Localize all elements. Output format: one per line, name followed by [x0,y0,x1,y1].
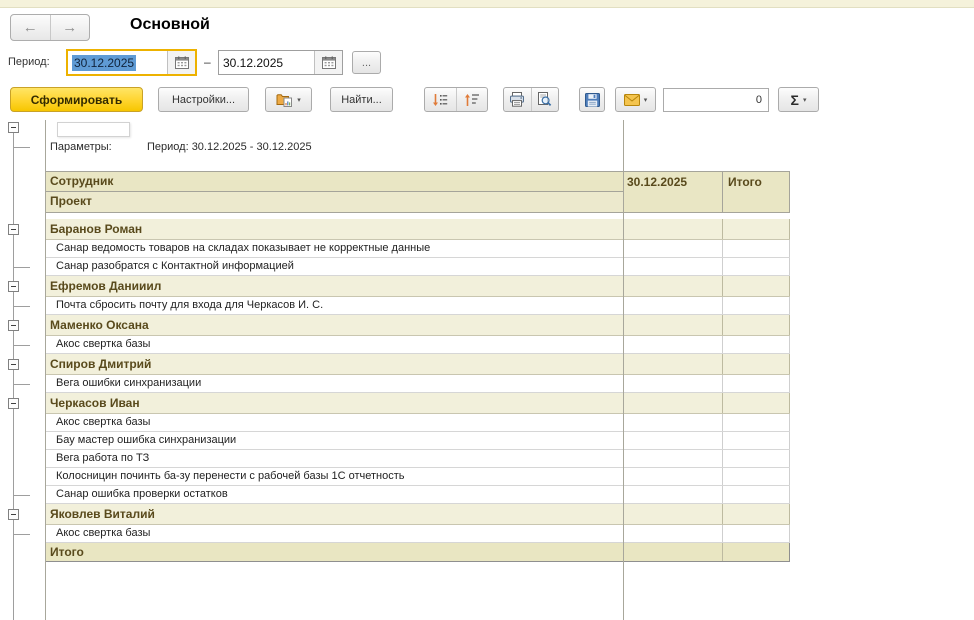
header-project[interactable]: Проект [45,192,623,212]
collapse-report-button[interactable] [8,122,19,133]
grid-left-line [45,120,46,620]
collapse-group-button[interactable] [8,359,19,370]
autosum-value-field[interactable]: 0 [663,88,769,112]
project-row[interactable]: Акос свертка базы [45,336,790,354]
sigma-icon: Σ [790,91,799,108]
dots-label: ... [361,56,372,69]
period-to-value[interactable]: 30.12.2025 [223,56,283,70]
project-row[interactable]: Акос свертка базы [45,525,790,543]
period-from-value[interactable]: 30.12.2025 [72,54,137,71]
period-to-calendar-button[interactable] [314,51,342,74]
tree-branch [13,534,30,535]
print-group [503,87,559,112]
tree-branch [13,147,30,148]
project-row[interactable]: Вега работа по ТЗ [45,450,790,468]
print-preview-icon [537,92,552,107]
tree-branch [13,384,30,385]
sort-group [424,87,488,112]
print-preview-button[interactable] [530,88,559,111]
parameters-value: Период: 30.12.2025 - 30.12.2025 [147,141,312,153]
chevron-down-icon: ▾ [297,96,301,104]
employee-group-row[interactable]: Спиров Дмитрий [45,354,790,375]
header-total-column[interactable]: Итого [723,172,790,212]
settings-label: Настройки... [171,93,236,106]
collapse-group-button[interactable] [8,281,19,292]
sort-descending-button[interactable] [425,88,456,111]
forward-button[interactable]: → [49,15,90,40]
project-row[interactable]: Санар ведомость товаров на складах показ… [45,240,790,258]
collapse-group-button[interactable] [8,224,19,235]
calendar-icon [174,56,189,69]
employee-group-row[interactable]: Ефремов Данииил [45,276,790,297]
project-row[interactable]: Акос свертка базы [45,414,790,432]
tree-branch [13,345,30,346]
generate-label: Сформировать [30,92,123,107]
employee-group-row[interactable]: Черкасов Иван [45,393,790,414]
tree-branch [13,306,30,307]
employee-group-row[interactable]: Баранов Роман [45,219,790,240]
history-nav: ← → [10,14,90,41]
generate-button[interactable]: Сформировать [10,87,143,112]
folder-report-icon [276,92,293,107]
top-strip [0,0,974,8]
report-variants-button[interactable]: ▾ [265,87,312,112]
chevron-down-icon: ▾ [643,96,648,104]
tree-line [13,133,14,620]
chevron-down-icon: ▾ [802,96,807,104]
settings-button[interactable]: Настройки... [158,87,249,112]
employee-group-row[interactable]: Маменко Оксана [45,315,790,336]
calendar-icon [321,56,336,69]
tree-branch [13,267,30,268]
project-row[interactable]: Санар ошибка проверки остатков [45,486,790,504]
autosum-button[interactable]: Σ ▾ [778,87,819,112]
back-icon: ← [22,19,38,36]
printer-icon [509,92,525,107]
header-left-block: Сотрудник Проект [45,172,623,212]
cell-cursor[interactable] [57,122,130,137]
period-separator: – [204,55,211,69]
autosum-value: 0 [755,94,762,106]
parameters-label: Параметры: [50,141,112,153]
forward-icon: → [62,19,78,36]
project-row[interactable]: Почта сбросить почту для входа для Черка… [45,297,790,315]
report-pre-header: Параметры: Период: 30.12.2025 - 30.12.20… [45,120,790,171]
grid-column-line [623,120,624,620]
total-row[interactable]: Итого [45,543,790,562]
collapse-group-button[interactable] [8,398,19,409]
print-button[interactable] [504,88,531,111]
table-header-row: Сотрудник Проект 30.12.2025 Итого [45,171,790,213]
mail-icon [623,93,640,106]
save-icon [584,92,600,107]
project-row[interactable]: Санар разобратся с Контактной информацие… [45,258,790,276]
page-title: Основной [130,16,210,33]
sort-ascending-button[interactable] [455,88,488,111]
save-button[interactable] [579,87,605,112]
project-row[interactable]: Вега ошибки синхранизации [45,375,790,393]
back-button[interactable]: ← [11,15,50,40]
mail-button[interactable]: ▾ [615,87,656,112]
tree-branch [13,495,30,496]
report-grid: Параметры: Период: 30.12.2025 - 30.12.20… [45,120,790,562]
project-row[interactable]: Колосницин починть ба-зу перенести с раб… [45,468,790,486]
employee-group-row[interactable]: Яковлев Виталий [45,504,790,525]
period-from-calendar-button[interactable] [167,51,195,74]
period-more-button[interactable]: ... [352,51,381,74]
find-label: Найти... [341,93,382,106]
sort-ascending-icon [464,93,480,107]
period-to-field[interactable]: 30.12.2025 [218,50,343,75]
header-employee[interactable]: Сотрудник [45,172,623,192]
header-date-column[interactable]: 30.12.2025 [623,172,723,212]
collapse-group-button[interactable] [8,320,19,331]
sort-descending-icon [432,93,448,107]
project-row[interactable]: Бау мастер ошибка синхранизации [45,432,790,450]
period-from-field[interactable]: 30.12.2025 [66,49,197,76]
collapse-group-button[interactable] [8,509,19,520]
find-button[interactable]: Найти... [330,87,393,112]
report-window: ← → Основной Период: 30.12.2025 – 30.12.… [0,0,974,620]
period-label: Период: [8,56,50,68]
